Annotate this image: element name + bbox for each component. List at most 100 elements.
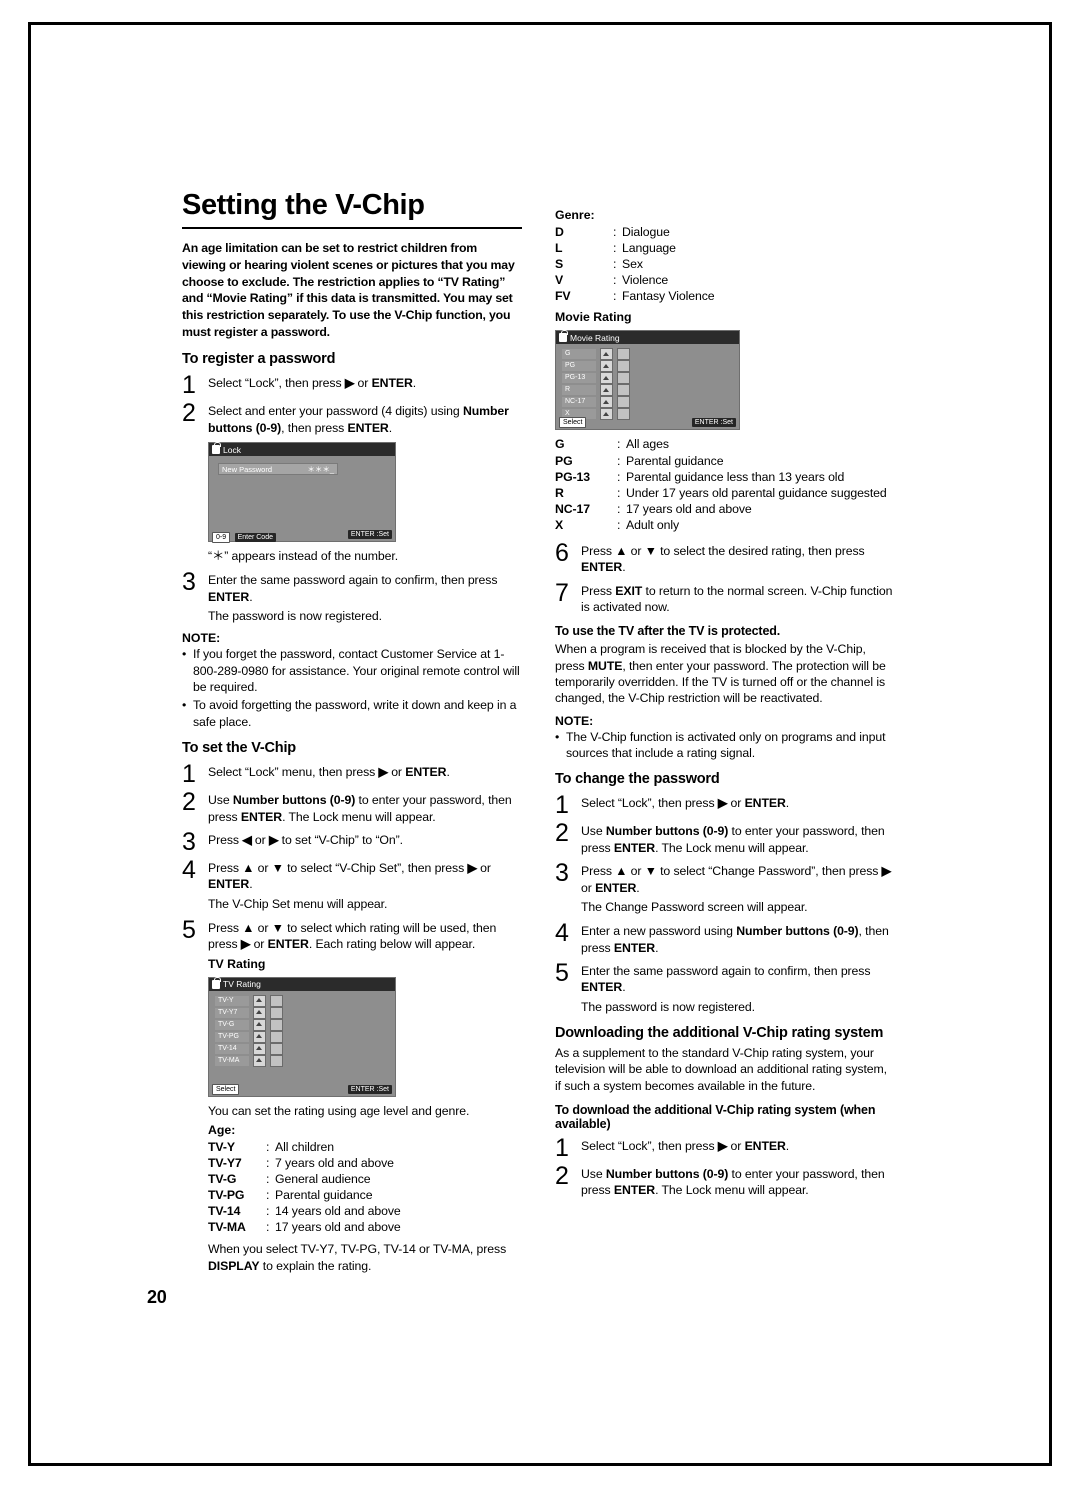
step-item: 5 Enter the same password again to confi… — [555, 959, 894, 996]
rating-row: NC-17 — [562, 396, 739, 409]
step-item: 2 Use Number buttons (0-9) to enter your… — [555, 1162, 894, 1199]
note-list: The V-Chip function is activated only on… — [555, 729, 894, 762]
step-number: 4 — [182, 855, 196, 884]
rating-label: TV-PG — [215, 1031, 249, 1042]
step-item: 7 Press EXIT to return to the normal scr… — [555, 579, 894, 616]
colon: : — [617, 485, 621, 500]
colon: : — [613, 289, 617, 304]
step-text: Select “Lock” menu, then press ▶ or ENTE… — [208, 765, 450, 780]
colon: : — [613, 225, 617, 239]
rating-checkbox2 — [617, 396, 630, 409]
colon: : — [613, 257, 617, 272]
genre-heading: Genre: — [555, 208, 595, 222]
section-protected-tv: To use the TV after the TV is protected. — [555, 624, 781, 639]
step-item: 3 Press ◀ or ▶ to set “V-Chip” to “On”. — [182, 827, 522, 856]
rating-label: PG-13 — [562, 373, 596, 384]
definition-row: TV-MA:17 years old and above — [208, 1219, 522, 1235]
colon: : — [266, 1188, 270, 1203]
rating-checkbox2 — [270, 1030, 283, 1043]
movie-desc: Adult only — [626, 517, 680, 532]
tv-rating-label: TV Rating — [208, 956, 266, 971]
genre-desc: Dialogue — [622, 225, 670, 239]
step-item: 6 Press ▲ or ▼ to select the desired rat… — [555, 539, 894, 576]
step-item: 4 Enter a new password using Number butt… — [555, 919, 894, 956]
step-text: Select “Lock”, then press ▶ or ENTER. — [581, 1138, 790, 1153]
movie-desc: 17 years old and above — [626, 501, 752, 516]
genre-code: V — [555, 273, 564, 288]
genre-code: FV — [555, 289, 571, 304]
movie-rating-label: Movie Rating — [555, 310, 632, 325]
osd-footer: 0-9 Enter Code ENTER :Set — [209, 528, 395, 543]
rating-checkbox — [600, 384, 613, 397]
rating-row: TV-PG — [215, 1030, 395, 1043]
step-item: 2 Select and enter your password (4 digi… — [182, 399, 522, 436]
key-enter-set: ENTER :Set — [347, 1084, 392, 1094]
step-text: Enter the same password again to confirm… — [208, 573, 498, 604]
definition-row: L: Language — [555, 240, 894, 256]
colon: : — [617, 517, 621, 532]
definition-row: R: Under 17 years old parental guidance s… — [555, 485, 894, 501]
step3-extra: The Change Password screen will appear. — [581, 899, 808, 914]
genre-desc: Language — [622, 241, 676, 256]
rating-label: R — [562, 385, 596, 396]
step-item: 1 Select “Lock”, then press ▶ or ENTER. — [555, 791, 894, 818]
key-enter-set: ENTER :Set — [347, 530, 392, 540]
rating-row: TV-Y — [215, 994, 395, 1007]
step-text: Enter a new password using Number button… — [581, 924, 889, 955]
age-desc: All children — [275, 1139, 334, 1154]
field-label: New Password — [222, 464, 273, 474]
definition-row: D: Dialogue — [555, 224, 894, 240]
colon: : — [266, 1156, 270, 1170]
definition-row: V: Violence — [555, 272, 894, 288]
definition-row: PG-13: Parental guidance less than 13 yea… — [555, 469, 894, 485]
movie-code: G — [555, 437, 565, 452]
tv-rating-osd-screenshot: TV Rating TV-Y TV-Y7 TV-G TV-PG TV-14 TV… — [208, 976, 396, 1097]
definition-row: S: Sex — [555, 256, 894, 272]
genre-code: S — [555, 257, 564, 272]
step-number: 3 — [182, 568, 196, 597]
key-enter-set: ENTER :Set — [691, 418, 736, 428]
age-definition-list: TV-Y: All children TV-Y7:7 years old and … — [182, 1139, 522, 1236]
age-desc: Parental guidance — [275, 1188, 373, 1203]
field-value: ＊＊＊_ — [307, 464, 334, 474]
definition-row: TV-Y: All children — [208, 1139, 522, 1155]
step-item: 2 Use Number buttons (0-9) to enter your… — [182, 788, 522, 825]
age-desc: 14 years old and above — [275, 1204, 401, 1219]
lock-osd-screenshot: Lock New Password ＊＊＊_ 0-9 Enter Code EN… — [208, 442, 396, 543]
step-number: 3 — [555, 859, 569, 888]
movie-rating-osd-screenshot: Movie Rating G PG PG-13 R NC-17 X Select… — [555, 330, 740, 431]
key-enter-code: Enter Code — [234, 532, 276, 542]
section-register-password: To register a password — [182, 351, 336, 368]
osd-titlebar: Lock — [209, 442, 395, 457]
rating-label: PG — [562, 361, 596, 372]
step-text: Press ▲ or ▼ to select which rating will… — [208, 920, 497, 952]
genre-code: D — [555, 225, 564, 239]
step-number: 1 — [555, 1133, 569, 1162]
movie-desc: Under 17 years old parental guidance sug… — [626, 485, 887, 500]
osd-title: Lock — [223, 444, 241, 455]
age-desc: General audience — [275, 1172, 371, 1187]
osd-title: Movie Rating — [570, 332, 620, 343]
age-code: TV-MA — [208, 1220, 246, 1235]
note-list: If you forget the password, contact Cust… — [182, 646, 522, 730]
rating-checkbox2 — [270, 1006, 283, 1019]
list-item: If you forget the password, contact Cust… — [182, 646, 522, 695]
genre-desc: Sex — [622, 257, 643, 272]
key-0-9: 0-9 — [212, 531, 231, 543]
genre-code: L — [555, 241, 563, 256]
step-text: Select “Lock”, then press ▶ or ENTER. — [208, 376, 417, 391]
rating-checkbox2 — [270, 994, 283, 1007]
note-heading: NOTE: — [182, 631, 221, 646]
step-text: Use Number buttons (0-9) to enter your p… — [581, 824, 885, 855]
age-code: TV-14 — [208, 1204, 241, 1219]
genre-definition-list: D: Dialogue L: Language S: Sex V: Violence F… — [555, 224, 894, 304]
step-text: Enter the same password again to confirm… — [581, 963, 871, 995]
title-divider — [182, 227, 522, 230]
rating-label: TV-14 — [215, 1043, 249, 1054]
step-text: Select “Lock”, then press ▶ or ENTER. — [581, 796, 790, 811]
step-text: Press ◀ or ▶ to set “V-Chip” to “On”. — [208, 832, 403, 847]
osd-title: TV Rating — [223, 979, 261, 990]
step-number: 3 — [182, 827, 196, 856]
step-number: 1 — [182, 760, 196, 789]
rating-label: TV-MA — [215, 1055, 249, 1066]
